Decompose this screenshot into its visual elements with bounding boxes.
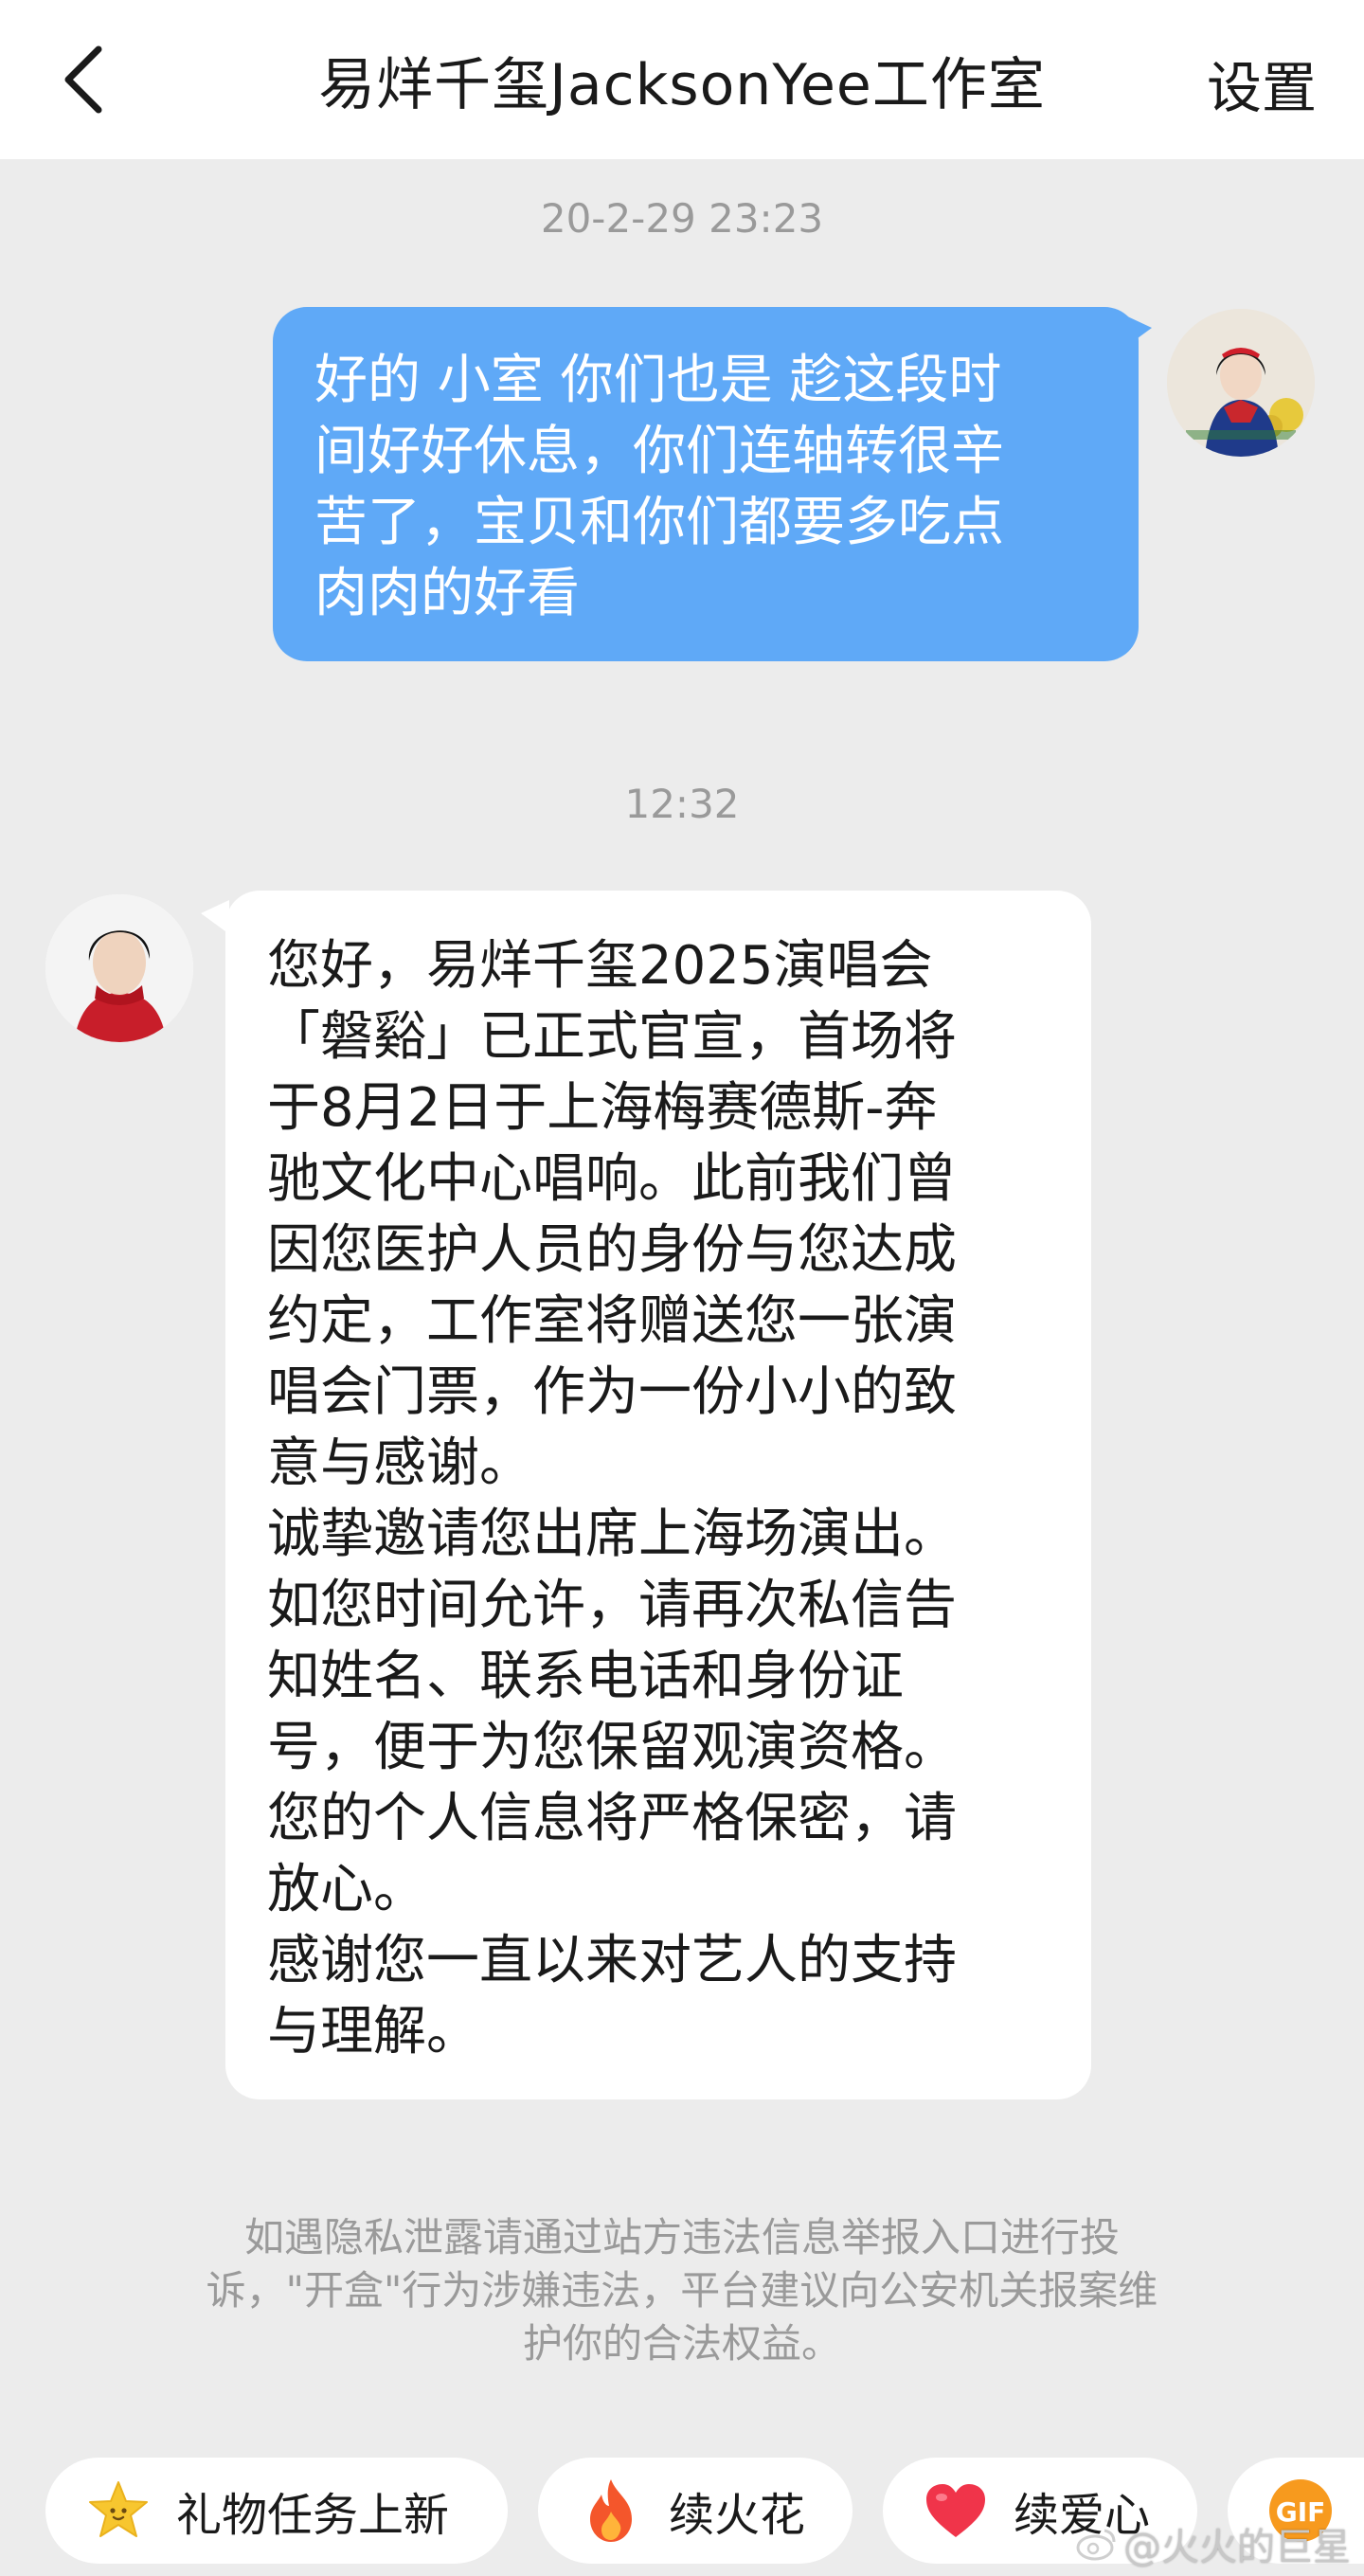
message-line: 诚挚邀请您出席上海场演出。 [267,1504,957,1565]
message-timestamp: 12:32 [624,781,740,827]
message-line: 因您医护人员的身份与您达成 [267,1219,957,1281]
watermark: @火火的巨星 [1076,2516,1351,2571]
settings-button[interactable]: 设置 [1207,44,1317,123]
message-line: 与理解。 [267,2001,479,2063]
message-line: 意与感谢。 [267,1432,532,1494]
message-line: 感谢您一直以来对艺人的支持 [267,1930,957,1991]
incoming-message-bubble[interactable]: 您好，易烊千玺2025演唱会 「磐谿」已正式官宣，首场将 于8月2日于上海梅赛德… [225,891,1091,2099]
message-line: 您好，易烊千玺2025演唱会 [267,935,933,997]
message-line: 放心。 [267,1859,426,1920]
gift-task-button[interactable]: 礼物任务上新 [45,2458,508,2564]
chevron-left-icon [64,45,102,114]
message-line: 驰文化中心唱响。此前我们曾 [267,1148,957,1210]
message-line: 苦了，宝贝和你们都要多吃点 [314,492,1004,553]
chip-label: 续火花 [669,2489,806,2542]
notice-line: 诉，"开盒"行为涉嫌违法，平台建议向公安机关报案维 [206,2267,1158,2314]
message-line: 肉肉的好看 [314,563,580,624]
message-timestamp: 20-2-29 23:23 [540,195,824,242]
message-line: 间好好休息，你们连轴转很辛 [314,421,1004,482]
studio-avatar-image [45,894,193,1042]
snow-white-avatar-image [1167,309,1315,457]
message-line: 您的个人信息将严格保密，请 [267,1788,957,1849]
message-line: 于8月2日于上海梅赛德斯-奔 [267,1077,938,1139]
message-line: 号，便于为您保留观演资格。 [267,1717,957,1778]
message-line: 唱会门票，作为一份小小的致 [267,1361,957,1423]
privacy-notice: 如遇隐私泄露请通过站方违法信息举报入口进行投 诉，"开盒"行为涉嫌违法，平台建议… [114,2211,1250,2370]
chat-header: 易烊千玺JacksonYee工作室 设置 [0,0,1364,159]
star-face-icon [85,2477,152,2544]
message-line: 「磐谿」已正式官宣，首场将 [267,1006,957,1068]
spark-streak-button[interactable]: 续火花 [538,2458,852,2564]
message-line: 好的 小室 你们也是 趁这段时 [314,350,1002,411]
user-avatar[interactable] [1167,309,1315,457]
flame-icon [578,2477,644,2544]
weibo-logo-icon [1076,2529,1116,2561]
message-line: 知姓名、联系电话和身份证 [267,1646,904,1707]
notice-line: 如遇隐私泄露请通过站方违法信息举报入口进行投 [243,2214,1120,2261]
heart-icon [923,2477,989,2544]
chip-label: 礼物任务上新 [176,2489,450,2542]
message-line: 如您时间允许，请再次私信告 [267,1575,957,1636]
outgoing-message-bubble[interactable]: 好的 小室 你们也是 趁这段时 间好好休息，你们连轴转很辛 苦了，宝贝和你们都要… [273,307,1139,661]
notice-line: 护你的合法权益。 [522,2320,841,2367]
studio-avatar[interactable] [45,894,193,1042]
back-button[interactable] [45,34,121,125]
message-line: 约定，工作室将赠送您一张演 [267,1290,957,1352]
watermark-text: @火火的巨星 [1123,2526,1351,2569]
chat-title: 易烊千玺JacksonYee工作室 [318,51,1046,118]
